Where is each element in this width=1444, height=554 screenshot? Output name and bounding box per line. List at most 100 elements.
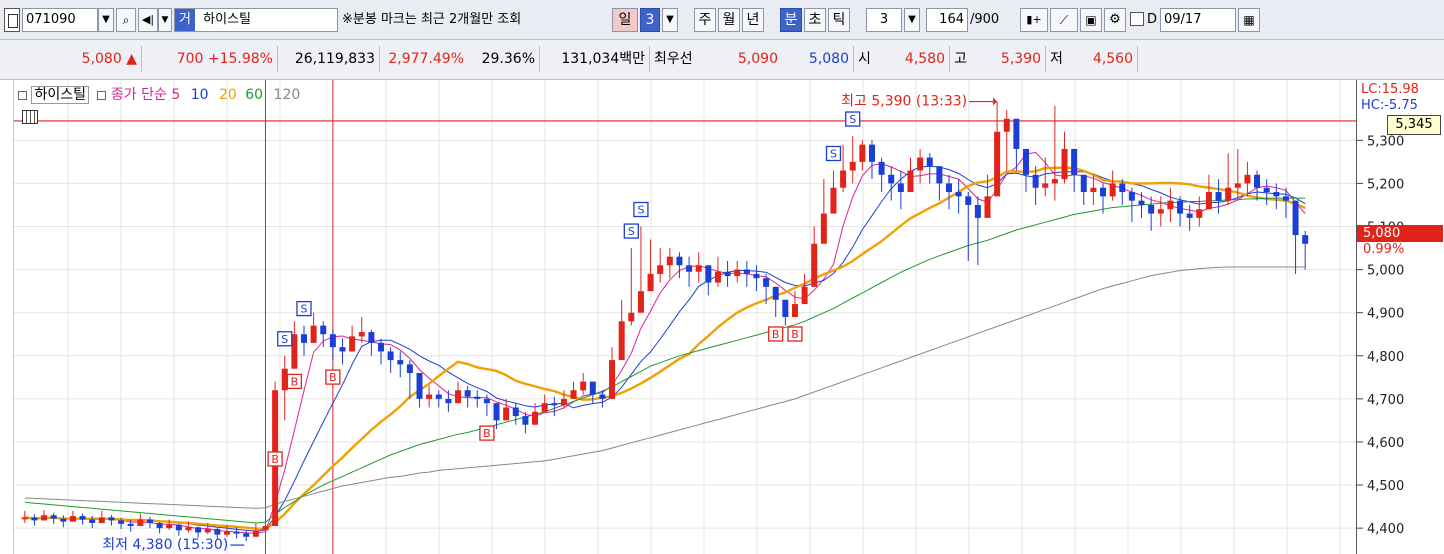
candle-body[interactable] (686, 265, 693, 272)
candle-type-icon[interactable]: ▮+ (1020, 8, 1048, 32)
candle-body[interactable] (1061, 148, 1068, 180)
candle-body[interactable] (974, 204, 981, 218)
candle-body[interactable] (89, 519, 96, 523)
candle-body[interactable] (320, 325, 327, 335)
candle-body[interactable] (1138, 200, 1145, 205)
calendar-icon[interactable]: ▦ (1238, 8, 1260, 32)
candle-body[interactable] (955, 192, 962, 197)
candle-body[interactable] (1119, 183, 1126, 193)
candle-body[interactable] (146, 519, 153, 523)
candle-body[interactable] (349, 336, 356, 352)
candle-body[interactable] (387, 351, 394, 361)
candle-body[interactable] (897, 183, 904, 193)
candle-body[interactable] (994, 131, 1001, 197)
candle-body[interactable] (965, 196, 972, 205)
candle-body[interactable] (1148, 204, 1155, 214)
candle-body[interactable] (1254, 174, 1261, 188)
candle-body[interactable] (435, 394, 442, 399)
candle-body[interactable] (647, 273, 654, 292)
candle-body[interactable] (512, 407, 519, 417)
candle-body[interactable] (108, 517, 115, 521)
stock-code-input[interactable]: 071090 (22, 8, 98, 32)
candle-body[interactable] (570, 390, 577, 399)
candle-body[interactable] (21, 517, 28, 520)
candle-body[interactable] (1302, 235, 1309, 244)
candle-body[interactable] (455, 390, 462, 404)
candle-body[interactable] (1273, 192, 1280, 197)
candle-body[interactable] (1157, 209, 1164, 214)
bar-count-input[interactable]: 164 (926, 8, 968, 32)
candle-body[interactable] (185, 527, 192, 531)
candle-body[interactable] (243, 533, 250, 537)
candle-body[interactable] (310, 325, 317, 343)
candle-body[interactable] (724, 271, 731, 277)
search-icon[interactable]: ⌕ (116, 8, 136, 32)
audio-dropdown-button[interactable]: ▼ (158, 8, 172, 32)
candle-body[interactable] (329, 334, 336, 348)
candle-body[interactable] (214, 529, 221, 535)
candle-body[interactable] (1080, 174, 1087, 193)
candle-body[interactable] (1196, 209, 1203, 218)
gear-icon[interactable]: ⚙ (1104, 8, 1126, 32)
period-day-button[interactable]: 일 (612, 8, 638, 32)
candle-body[interactable] (599, 394, 606, 399)
candle-body[interactable] (262, 525, 269, 531)
code-dropdown-button[interactable]: ▼ (98, 8, 114, 32)
candle-body[interactable] (936, 166, 943, 184)
candle-body[interactable] (772, 286, 779, 300)
candle-body[interactable] (820, 213, 827, 244)
trend-line-icon[interactable]: ⟋ (1050, 8, 1078, 32)
candle-body[interactable] (945, 183, 952, 193)
candle-body[interactable] (79, 516, 86, 520)
candle-body[interactable] (252, 530, 259, 537)
candle-body[interactable] (1205, 192, 1212, 210)
candle-body[interactable] (522, 416, 529, 425)
candle-body[interactable] (551, 403, 558, 406)
candle-body[interactable] (1100, 187, 1107, 197)
candle-body[interactable] (714, 271, 721, 283)
candle-body[interactable] (541, 403, 548, 412)
candle-body[interactable] (1263, 187, 1270, 193)
interval-dropdown[interactable]: ▼ (904, 8, 920, 32)
candle-body[interactable] (1003, 118, 1010, 132)
candle-body[interactable] (118, 520, 125, 524)
candle-body[interactable] (676, 256, 683, 266)
period-second-button[interactable]: 초 (804, 8, 826, 32)
candle-body[interactable] (609, 360, 616, 399)
candle-body[interactable] (878, 161, 885, 175)
candle-body[interactable] (69, 516, 76, 522)
candle-body[interactable] (233, 531, 240, 534)
period-week-button[interactable]: 주 (694, 8, 716, 32)
candle-body[interactable] (1177, 200, 1184, 214)
save-icon[interactable]: ▣ (1080, 8, 1102, 32)
candle-body[interactable] (849, 161, 856, 171)
candle-body[interactable] (589, 381, 596, 395)
interval-input[interactable]: 3 (866, 8, 902, 32)
candle-body[interactable] (753, 273, 760, 279)
candle-body[interactable] (204, 529, 211, 533)
period-tick-button[interactable]: 틱 (828, 8, 850, 32)
candle-body[interactable] (60, 518, 67, 522)
candle-body[interactable] (1013, 118, 1020, 149)
period-year-button[interactable]: 년 (742, 8, 764, 32)
candle-body[interactable] (406, 364, 413, 374)
candle-body[interactable] (156, 522, 163, 529)
price-axis[interactable]: 5,3005,2005,1005,0004,9004,8004,7004,600… (1356, 80, 1444, 554)
candle-body[interactable] (474, 396, 481, 399)
candle-body[interactable] (1234, 183, 1241, 188)
candle-body[interactable] (416, 373, 423, 399)
candle-body[interactable] (368, 332, 375, 343)
candle-body[interactable] (984, 196, 991, 218)
candle-body[interactable] (763, 278, 770, 287)
candle-body[interactable] (1023, 148, 1030, 175)
candle-body[interactable] (618, 321, 625, 361)
candle-body[interactable] (1225, 187, 1232, 201)
candle-body[interactable] (137, 519, 144, 526)
candle-body[interactable] (98, 517, 105, 523)
candle-body[interactable] (358, 332, 365, 337)
candle-body[interactable] (1186, 213, 1193, 218)
candle-body[interactable] (223, 531, 230, 535)
candle-body[interactable] (445, 398, 452, 404)
layout-icon[interactable] (4, 8, 20, 32)
candle-body[interactable] (1090, 187, 1097, 193)
